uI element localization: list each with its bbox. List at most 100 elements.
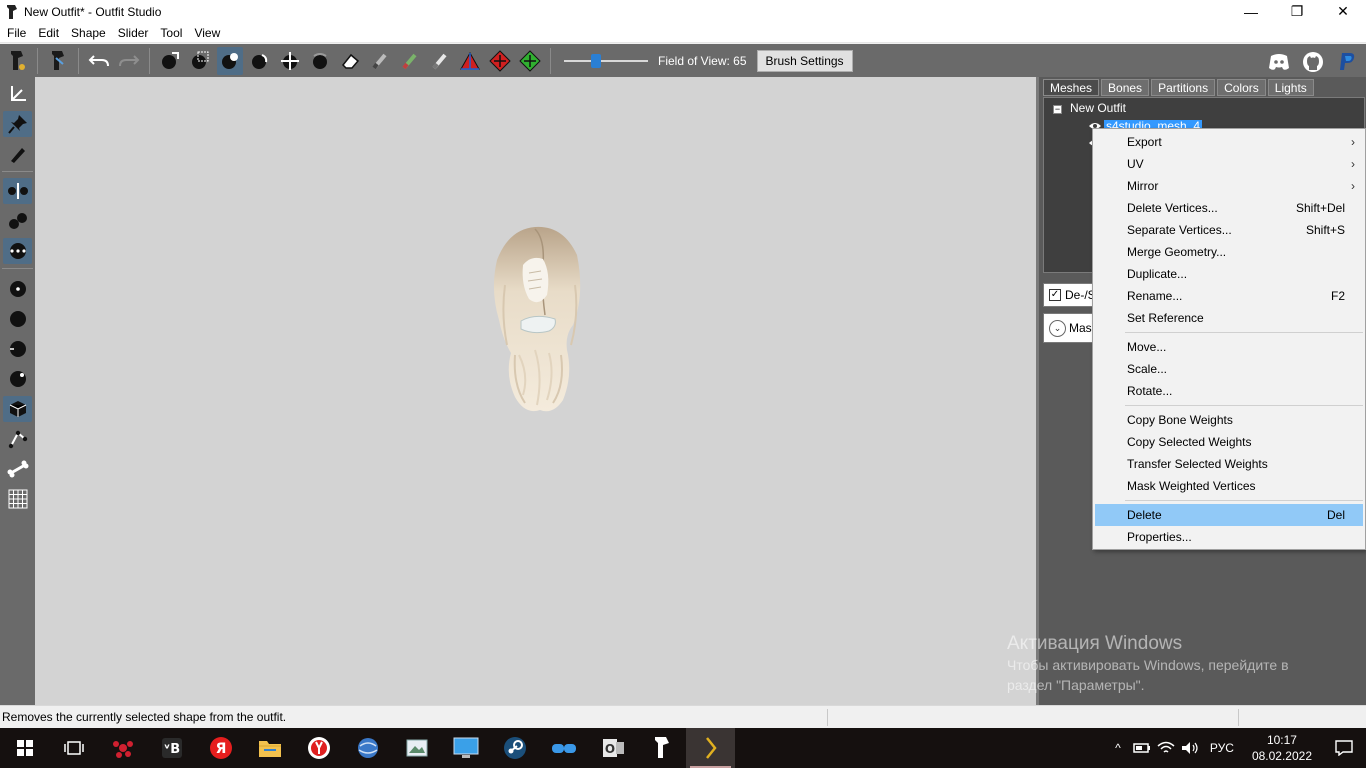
shape-checkbox[interactable]: ✓ — [1049, 289, 1061, 301]
alpha-brush-button[interactable] — [427, 47, 453, 75]
field-of-view-slider[interactable] — [564, 51, 648, 71]
marquee-tool-button[interactable] — [187, 47, 213, 75]
vertex-edit-button[interactable] — [517, 47, 543, 75]
menu-item-mask-weighted-vertices[interactable]: Mask Weighted Vertices — [1095, 475, 1363, 497]
select-tool-button[interactable] — [157, 47, 183, 75]
tray-overflow-chevron[interactable]: ^ — [1106, 728, 1130, 768]
taskbar-file-explorer[interactable] — [245, 728, 294, 768]
menu-item-separate-vertices[interactable]: Separate Vertices... Shift+S — [1095, 219, 1363, 241]
bone-tool-button[interactable] — [3, 456, 32, 482]
tab-lights[interactable]: Lights — [1267, 79, 1314, 96]
grid-button[interactable] — [3, 486, 32, 512]
menu-file[interactable]: File — [0, 24, 31, 42]
xray-button[interactable] — [3, 238, 32, 264]
menu-item-mirror[interactable]: Mirror › — [1095, 175, 1363, 197]
tree-collapse-toggle[interactable]: − — [1053, 105, 1062, 114]
maximize-button[interactable]: ❐ — [1274, 0, 1320, 23]
transform-tool-button[interactable] — [3, 81, 32, 107]
menu-item-move[interactable]: Move... — [1095, 336, 1363, 358]
menu-item-uv[interactable]: UV › — [1095, 153, 1363, 175]
tray-battery[interactable] — [1130, 728, 1154, 768]
reference-toggle-button[interactable] — [4, 47, 30, 75]
menu-item-label: Transfer Selected Weights — [1127, 457, 1268, 471]
tab-colors[interactable]: Colors — [1217, 79, 1266, 96]
color-brush-button[interactable] — [397, 47, 423, 75]
tray-volume[interactable] — [1178, 728, 1202, 768]
github-button[interactable] — [1300, 48, 1326, 76]
weight-brush-button[interactable] — [367, 47, 393, 75]
menu-item-delete-vertices[interactable]: Delete Vertices... Shift+Del — [1095, 197, 1363, 219]
tab-meshes[interactable]: Meshes — [1043, 79, 1100, 96]
menu-slider[interactable]: Slider — [111, 24, 154, 42]
pencil-tool-button[interactable] — [3, 141, 32, 167]
minimize-button[interactable]: — — [1228, 0, 1274, 23]
github-icon — [1303, 52, 1323, 72]
show-vertices-button[interactable] — [3, 276, 32, 302]
menu-item-duplicate[interactable]: Duplicate... — [1095, 263, 1363, 285]
mask-brush-button[interactable] — [217, 46, 243, 75]
menu-item-scale[interactable]: Scale... — [1095, 358, 1363, 380]
tab-partitions[interactable]: Partitions — [1151, 79, 1216, 96]
taskbar-link-app[interactable] — [539, 728, 588, 768]
wireframe-button[interactable] — [3, 336, 32, 362]
task-view-button[interactable] — [49, 728, 98, 768]
start-button[interactable] — [0, 728, 49, 768]
taskbar-steam-app[interactable] — [490, 728, 539, 768]
taskbar-game-app[interactable] — [98, 728, 147, 768]
bones-view-button[interactable] — [3, 426, 32, 452]
tree-root-outfit[interactable]: New Outfit — [1070, 101, 1126, 115]
menu-tool[interactable]: Tool — [153, 24, 187, 42]
notification-center-button[interactable] — [1322, 728, 1366, 768]
transform-xyz-button[interactable] — [457, 47, 483, 75]
chevron-down-icon[interactable]: ⌄ — [1049, 319, 1066, 337]
menu-item-label: Merge Geometry... — [1127, 245, 1227, 259]
texture-view-button[interactable] — [3, 396, 32, 422]
smooth-brush-button[interactable] — [307, 47, 333, 75]
taskbar-monitor-app[interactable] — [441, 728, 490, 768]
eraser-button[interactable] — [337, 47, 363, 75]
discord-button[interactable] — [1266, 48, 1292, 76]
menu-item-set-reference[interactable]: Set Reference — [1095, 307, 1363, 329]
menu-item-rename[interactable]: Rename... F2 — [1095, 285, 1363, 307]
undo-button[interactable] — [86, 47, 112, 75]
taskbar-vk-app[interactable]: ᵛВ — [147, 728, 196, 768]
clock[interactable]: 10:17 08.02.2022 — [1242, 732, 1322, 764]
shape-toggle-button[interactable] — [45, 47, 71, 75]
taskbar-outfit-studio[interactable] — [637, 728, 686, 768]
menu-item-copy-bone-weights[interactable]: Copy Bone Weights — [1095, 409, 1363, 431]
tab-bones[interactable]: Bones — [1101, 79, 1150, 96]
taskbar-yandex-app[interactable]: Я — [196, 728, 245, 768]
menu-view[interactable]: View — [187, 24, 225, 42]
taskbar-yandex-browser[interactable] — [294, 728, 343, 768]
pivot-button[interactable] — [487, 47, 513, 75]
move-brush-button[interactable] — [277, 47, 303, 75]
menu-edit[interactable]: Edit — [31, 24, 64, 42]
taskbar-sims-studio[interactable] — [686, 728, 735, 768]
menu-item-delete[interactable]: Delete Del — [1095, 504, 1363, 526]
3d-viewport[interactable] — [35, 77, 1036, 705]
brush-settings-button[interactable]: Brush Settings — [756, 49, 853, 72]
redo-button[interactable] — [116, 47, 142, 75]
menu-item-properties[interactable]: Properties... — [1095, 526, 1363, 548]
slider-thumb[interactable] — [591, 53, 601, 68]
close-button[interactable]: ✕ — [1320, 0, 1366, 23]
menu-item-transfer-selected-weights[interactable]: Transfer Selected Weights — [1095, 453, 1363, 475]
taskbar-photos-app[interactable] — [392, 728, 441, 768]
inflate-brush-button[interactable] — [247, 47, 273, 75]
menu-item-rotate[interactable]: Rotate... — [1095, 380, 1363, 402]
taskbar-globe-app[interactable] — [343, 728, 392, 768]
input-language[interactable]: РУС — [1202, 741, 1242, 755]
menu-shape[interactable]: Shape — [64, 24, 111, 42]
paypal-button[interactable] — [1334, 48, 1360, 76]
tray-wifi[interactable] — [1154, 728, 1178, 768]
menu-item-export[interactable]: Export › — [1095, 131, 1363, 153]
menu-item-merge-geometry[interactable]: Merge Geometry... — [1095, 241, 1363, 263]
menu-item-copy-selected-weights[interactable]: Copy Selected Weights — [1095, 431, 1363, 453]
menu-item-label: UV — [1127, 157, 1144, 171]
solid-view-button[interactable] — [3, 306, 32, 332]
pin-tool-button[interactable] — [3, 111, 32, 137]
connected-only-button[interactable] — [3, 208, 32, 234]
mirror-x-button[interactable] — [3, 178, 32, 204]
taskbar-outlook-app[interactable]: O — [588, 728, 637, 768]
lighting-button[interactable] — [3, 366, 32, 392]
